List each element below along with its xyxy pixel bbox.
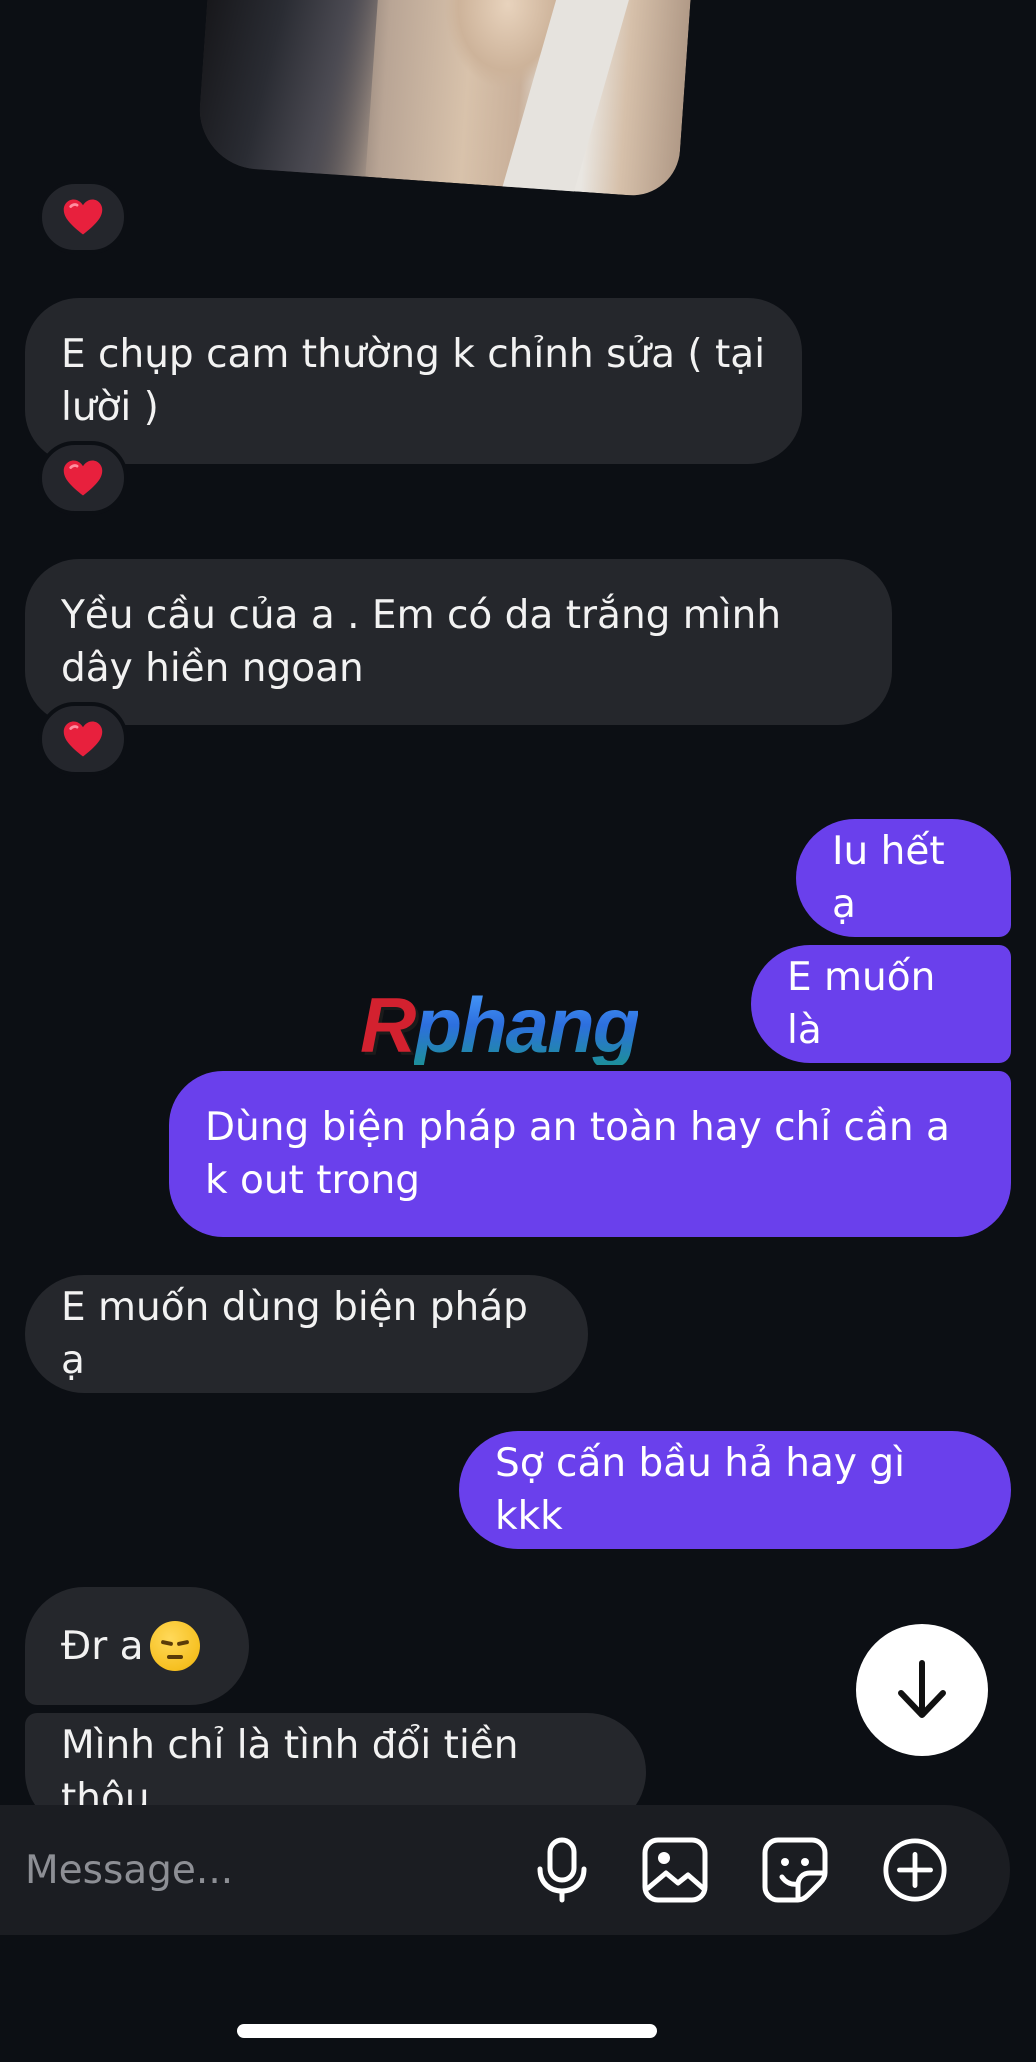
outgoing-message[interactable]: Iu hết ạ [796, 819, 1011, 937]
message-text: Đr a [61, 1623, 144, 1669]
gallery-button[interactable] [642, 1837, 708, 1903]
message-text: Dùng biện pháp an toàn hay chỉ cần a k o… [205, 1105, 950, 1203]
message-text: E chụp cam thường k chỉnh sửa ( tại lười… [61, 332, 766, 430]
sticker-icon [762, 1837, 828, 1903]
scroll-to-bottom-button[interactable] [856, 1624, 988, 1756]
outgoing-message[interactable]: Sợ cấn bầu hả hay gì kkk [459, 1431, 1011, 1549]
photo-strap-region [494, 0, 640, 199]
incoming-message[interactable]: Yều cầu của a . Em có da trắng mình dây … [25, 559, 892, 725]
heart-icon [63, 199, 103, 235]
outgoing-message[interactable]: E muốn là [751, 945, 1011, 1063]
shared-photo[interactable] [195, 0, 693, 199]
message-text: Iu hết ạ [832, 829, 945, 927]
arrow-down-icon [898, 1660, 946, 1718]
watermark-first-letter: R [360, 981, 416, 1069]
watermark-logo: R phang [360, 985, 680, 1065]
image-icon [642, 1837, 708, 1903]
sticker-button[interactable] [762, 1837, 828, 1903]
outgoing-message[interactable]: Dùng biện pháp an toàn hay chỉ cần a k o… [169, 1071, 1011, 1237]
message-text: E muốn là [787, 955, 936, 1053]
heart-icon [63, 460, 103, 496]
home-indicator[interactable] [237, 2024, 657, 2038]
microphone-icon [537, 1837, 587, 1903]
message-heart-reaction[interactable] [38, 702, 128, 776]
message-composer [0, 1805, 1010, 1935]
photo-hair-region [195, 0, 381, 199]
message-text: Yều cầu của a . Em có da trắng mình dây … [61, 593, 782, 691]
message-text: Sợ cấn bầu hả hay gì kkk [495, 1441, 905, 1539]
microphone-button[interactable] [529, 1837, 595, 1903]
watermark-rest: phang [414, 981, 640, 1069]
photo-heart-reaction[interactable] [38, 180, 128, 254]
message-text: E muốn dùng biện pháp ạ [61, 1285, 528, 1383]
message-input[interactable] [25, 1805, 495, 1935]
more-options-button[interactable] [882, 1837, 948, 1903]
incoming-message[interactable]: E muốn dùng biện pháp ạ [25, 1275, 588, 1393]
chat-screen: E chụp cam thường k chỉnh sửa ( tại lười… [0, 0, 1036, 2062]
pensive-face-icon [149, 1621, 200, 1671]
plus-circle-icon [883, 1838, 947, 1902]
heart-icon [63, 721, 103, 757]
message-heart-reaction[interactable] [38, 441, 128, 515]
incoming-message[interactable]: Đr a [25, 1587, 249, 1705]
incoming-message[interactable]: E chụp cam thường k chỉnh sửa ( tại lười… [25, 298, 802, 464]
